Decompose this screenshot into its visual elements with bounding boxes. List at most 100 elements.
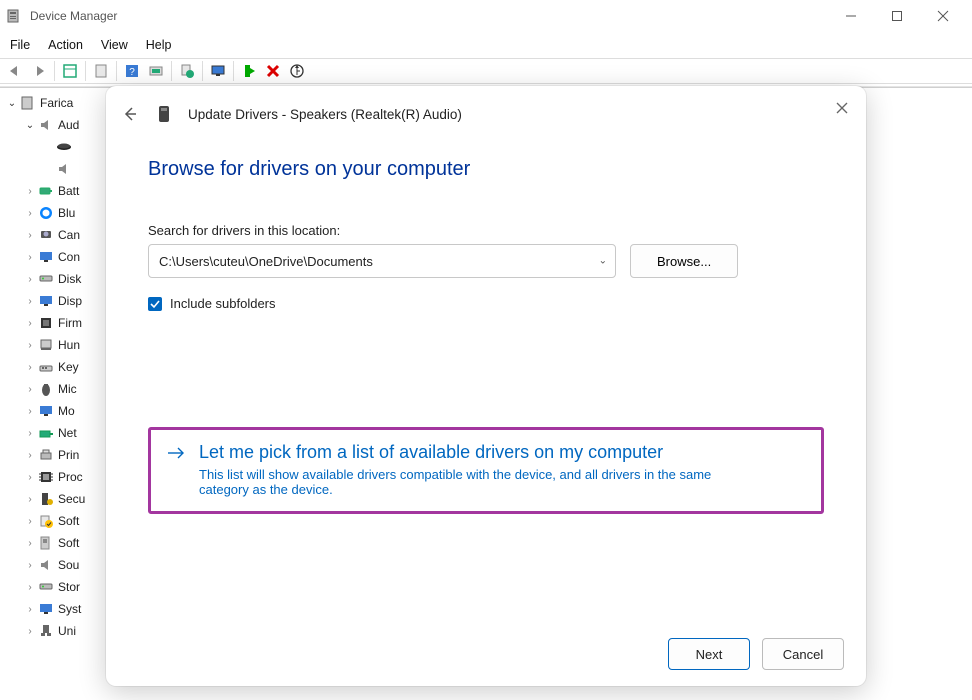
speaker-icon [56,161,72,177]
tree-label: Net [58,426,77,440]
category-icon [38,359,54,375]
expand-toggle-icon[interactable]: › [22,491,38,507]
toolbar-monitor-icon[interactable] [207,60,229,82]
toolbar-properties-icon[interactable] [90,60,112,82]
toolbar-uninstall-icon[interactable] [262,60,284,82]
category-icon [38,425,54,441]
expand-toggle-icon[interactable]: › [22,579,38,595]
minimize-button[interactable] [828,0,874,32]
tree-label: Batt [58,184,79,198]
tree-label: Blu [58,206,75,220]
toolbar-update-driver-icon[interactable] [176,60,198,82]
toolbar-forward-icon[interactable] [28,60,50,82]
category-icon [38,557,54,573]
tree-label: Firm [58,316,82,330]
tree-label: Syst [58,602,81,616]
include-subfolders-label: Include subfolders [170,296,276,311]
category-icon [38,315,54,331]
dialog-back-button[interactable] [120,104,140,124]
tree-label: Farica [40,96,73,110]
menu-bar: File Action View Help [0,32,972,58]
close-button[interactable] [920,0,966,32]
expand-toggle-icon[interactable]: › [22,359,38,375]
window-title: Device Manager [30,9,117,23]
speaker-icon [38,117,54,133]
expand-toggle-icon[interactable]: › [22,205,38,221]
expand-toggle-icon[interactable]: › [22,425,38,441]
pick-option-title: Let me pick from a list of available dri… [199,442,759,463]
tree-label: Soft [58,514,79,528]
svg-text:?: ? [129,67,135,78]
expand-toggle-icon[interactable]: › [22,337,38,353]
computer-icon [20,95,36,111]
driver-path-input[interactable]: C:\Users\cuteu\OneDrive\Documents ⌄ [148,244,616,278]
toolbar-enable-icon[interactable] [238,60,260,82]
category-icon [38,469,54,485]
expand-toggle-icon[interactable]: › [22,557,38,573]
toolbar-separator [116,61,117,81]
maximize-button[interactable] [874,0,920,32]
expand-toggle-icon[interactable]: ⌄ [4,95,20,111]
next-button[interactable]: Next [668,638,750,670]
toolbar-scan-hardware-icon[interactable] [286,60,308,82]
dialog-title: Update Drivers - Speakers (Realtek(R) Au… [188,107,462,122]
device-manager-icon [6,8,22,24]
driver-device-icon [154,104,174,124]
expand-toggle-icon[interactable]: › [22,623,38,639]
category-icon [38,293,54,309]
expand-toggle-icon[interactable]: › [22,381,38,397]
dialog-close-button[interactable] [828,94,856,122]
menu-view[interactable]: View [101,38,128,52]
category-icon [38,491,54,507]
expand-toggle-icon[interactable]: › [22,227,38,243]
chevron-down-icon[interactable]: ⌄ [599,256,607,267]
expand-toggle-icon[interactable]: › [22,535,38,551]
category-icon [38,579,54,595]
expand-toggle-icon[interactable]: › [22,447,38,463]
expand-toggle-icon[interactable]: › [22,403,38,419]
spacer [40,161,56,177]
category-icon [38,403,54,419]
cancel-button[interactable]: Cancel [762,638,844,670]
category-icon [38,227,54,243]
tree-label: Aud [58,118,79,132]
category-icon [38,205,54,221]
toolbar-scan-icon[interactable] [145,60,167,82]
tree-label: Mic [58,382,77,396]
search-location-label: Search for drivers in this location: [148,223,824,238]
pick-from-list-option[interactable]: Let me pick from a list of available dri… [148,427,824,514]
toolbar-separator [85,61,86,81]
category-icon [38,271,54,287]
expand-toggle-icon[interactable]: › [22,271,38,287]
expand-toggle-icon[interactable]: › [22,315,38,331]
toolbar-help-icon[interactable]: ? [121,60,143,82]
browse-button[interactable]: Browse... [630,244,738,278]
expand-toggle-icon[interactable]: › [22,183,38,199]
category-icon [38,513,54,529]
expand-toggle-icon[interactable]: › [22,513,38,529]
pick-option-description: This list will show available drivers co… [199,467,759,497]
menu-file[interactable]: File [10,38,30,52]
tree-label: Key [58,360,79,374]
expand-toggle-icon[interactable]: › [22,249,38,265]
category-icon [38,337,54,353]
update-drivers-dialog: Update Drivers - Speakers (Realtek(R) Au… [106,86,866,686]
arrow-right-icon [167,446,185,463]
menu-help[interactable]: Help [146,38,172,52]
expand-toggle-icon[interactable]: ⌄ [22,117,38,133]
tree-label: Mo [58,404,75,418]
toolbar: ? [0,58,972,84]
menu-action[interactable]: Action [48,38,83,52]
expand-toggle-icon[interactable]: › [22,469,38,485]
expand-toggle-icon[interactable]: › [22,601,38,617]
expand-toggle-icon[interactable]: › [22,293,38,309]
category-icon [38,381,54,397]
category-icon [38,623,54,639]
tree-label: Hun [58,338,80,352]
toolbar-show-hide-icon[interactable] [59,60,81,82]
spacer [40,139,56,155]
toolbar-back-icon[interactable] [4,60,26,82]
tree-label: Con [58,250,80,264]
include-subfolders-checkbox[interactable] [148,297,162,311]
dialog-heading: Browse for drivers on your computer [148,158,824,181]
